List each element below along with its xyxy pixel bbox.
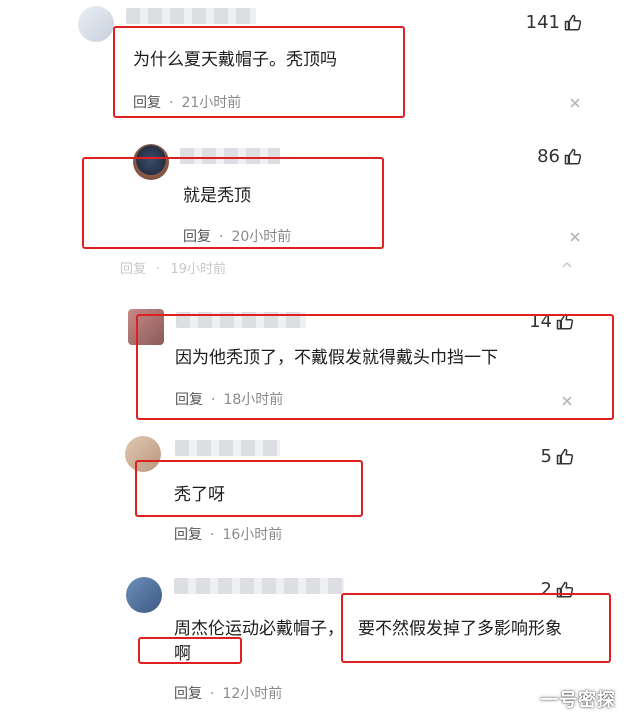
highlight-box [341, 593, 611, 663]
avatar[interactable] [78, 6, 114, 42]
close-icon[interactable] [570, 98, 580, 108]
highlight-box [82, 157, 384, 249]
username-blurred[interactable] [126, 8, 256, 24]
like-count: 141 [525, 12, 560, 33]
watermark: 一号密探 [540, 690, 616, 711]
like-count: 5 [540, 446, 552, 467]
timestamp: 19小时前 [170, 262, 226, 277]
chevron-up-icon[interactable] [562, 262, 572, 268]
timestamp: 12小时前 [222, 686, 283, 702]
username-blurred[interactable] [175, 440, 280, 456]
thumbs-up-icon [564, 148, 582, 164]
reply-button[interactable]: 回复 [174, 686, 202, 702]
like-button[interactable]: 86 [537, 146, 582, 167]
highlight-box [138, 637, 242, 664]
avatar[interactable] [126, 577, 162, 613]
comment-meta: 回复 · 12小时前 [174, 686, 283, 702]
highlight-box [113, 26, 405, 118]
comment-meta: 回复 · 16小时前 [174, 527, 283, 543]
highlight-box [135, 460, 363, 517]
highlight-box [136, 314, 614, 420]
timestamp: 16小时前 [222, 527, 283, 543]
reply-button[interactable]: 回复 [174, 527, 202, 543]
like-button[interactable]: 5 [541, 446, 574, 467]
reply-button[interactable]: 回复 [120, 262, 146, 277]
close-icon[interactable] [570, 232, 580, 242]
username-blurred[interactable] [174, 578, 344, 594]
like-button[interactable]: 141 [526, 12, 582, 33]
like-count: 86 [537, 146, 560, 167]
thumbs-up-icon [556, 448, 574, 464]
ghost-meta-row: 回复 · 19小时前 [120, 262, 226, 277]
thumbs-up-icon [564, 14, 582, 30]
